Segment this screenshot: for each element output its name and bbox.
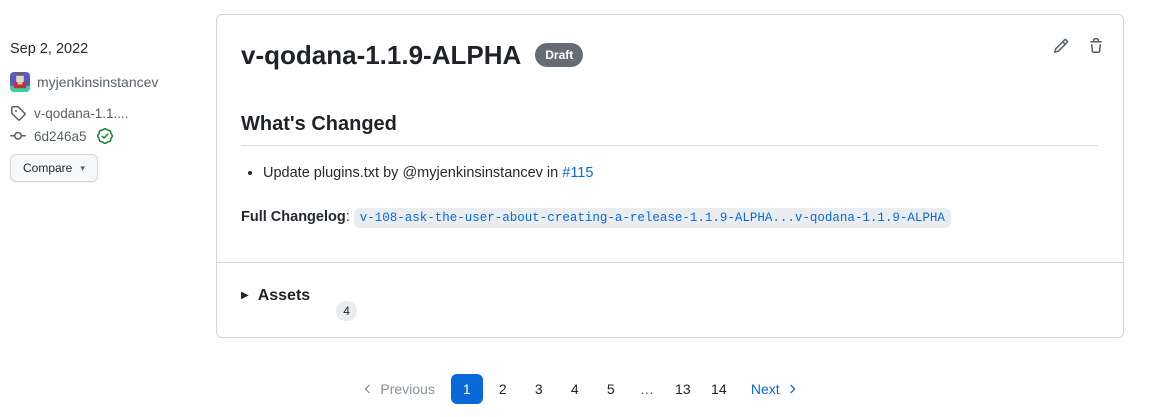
change-item: Update plugins.txt by @myjenkinsinstance… xyxy=(263,162,1099,184)
release-sidebar: Sep 2, 2022 myjenkinsinstancev v-qodana-… xyxy=(10,40,210,182)
verified-check-icon[interactable] xyxy=(97,128,113,144)
card-actions xyxy=(1053,38,1104,54)
author-row: myjenkinsinstancev xyxy=(10,72,210,92)
avatar[interactable] xyxy=(10,72,30,92)
chevron-left-icon xyxy=(361,382,375,396)
avatar-image xyxy=(10,72,30,92)
page-13[interactable]: 13 xyxy=(667,374,699,404)
assets-label: Assets xyxy=(258,284,310,308)
next-page-button[interactable]: Next xyxy=(751,381,799,397)
assets-count-badge: 4 xyxy=(336,301,357,321)
page-5[interactable]: 5 xyxy=(595,374,627,404)
chevron-down-icon: ▾ xyxy=(80,164,85,173)
page-14[interactable]: 14 xyxy=(703,374,735,404)
compare-button[interactable]: Compare ▾ xyxy=(10,154,98,182)
card-header: v-qodana-1.1.9-ALPHA Draft xyxy=(241,39,1099,71)
change-item-text: Update plugins.txt by xyxy=(263,165,402,181)
tag-row: v-qodana-1.1.... xyxy=(10,105,210,121)
page-2[interactable]: 2 xyxy=(487,374,519,404)
full-changelog-line: Full Changelog: v-108-ask-the-user-about… xyxy=(241,204,1099,231)
mention-link[interactable]: @myjenkinsinstancev xyxy=(402,165,542,181)
pencil-icon xyxy=(1053,38,1069,54)
trash-icon xyxy=(1088,38,1104,54)
release-card: v-qodana-1.1.9-ALPHA Draft What's Change… xyxy=(216,14,1124,338)
release-date: Sep 2, 2022 xyxy=(10,40,210,58)
commit-row: 6d246a5 xyxy=(10,128,210,144)
release-title: v-qodana-1.1.9-ALPHA xyxy=(241,39,521,71)
full-changelog-separator: : xyxy=(346,209,354,225)
changes-list: Update plugins.txt by @myjenkinsinstance… xyxy=(241,162,1099,184)
commit-sha[interactable]: 6d246a5 xyxy=(34,129,87,144)
assets-toggle[interactable]: ▶ Assets 4 xyxy=(217,262,1123,337)
triangle-right-icon: ▶ xyxy=(241,284,249,308)
whats-changed-heading: What's Changed xyxy=(241,112,1099,146)
author-name[interactable]: myjenkinsinstancev xyxy=(37,74,158,90)
page-1[interactable]: 1 xyxy=(451,374,483,404)
chevron-right-icon xyxy=(785,382,799,396)
tag-icon xyxy=(10,105,26,121)
page-3[interactable]: 3 xyxy=(523,374,555,404)
compare-button-label: Compare xyxy=(23,161,72,175)
previous-label: Previous xyxy=(380,381,434,397)
pagination: Previous 1 2 3 4 5 … 13 14 Next xyxy=(0,374,1160,404)
page-gap: … xyxy=(631,374,663,404)
draft-badge: Draft xyxy=(535,43,583,67)
commit-icon xyxy=(10,128,26,144)
full-changelog-label: Full Changelog xyxy=(241,209,346,225)
tag-name: v-qodana-1.1.... xyxy=(34,106,129,121)
pr-link[interactable]: #115 xyxy=(562,165,593,181)
edit-release-button[interactable] xyxy=(1053,38,1069,54)
change-item-connector: in xyxy=(543,165,562,181)
changelog-compare-link[interactable]: v-108-ask-the-user-about-creating-a-rele… xyxy=(354,208,951,228)
delete-release-button[interactable] xyxy=(1088,38,1104,54)
page-4[interactable]: 4 xyxy=(559,374,591,404)
next-label: Next xyxy=(751,381,780,397)
previous-page-button: Previous xyxy=(361,381,434,397)
